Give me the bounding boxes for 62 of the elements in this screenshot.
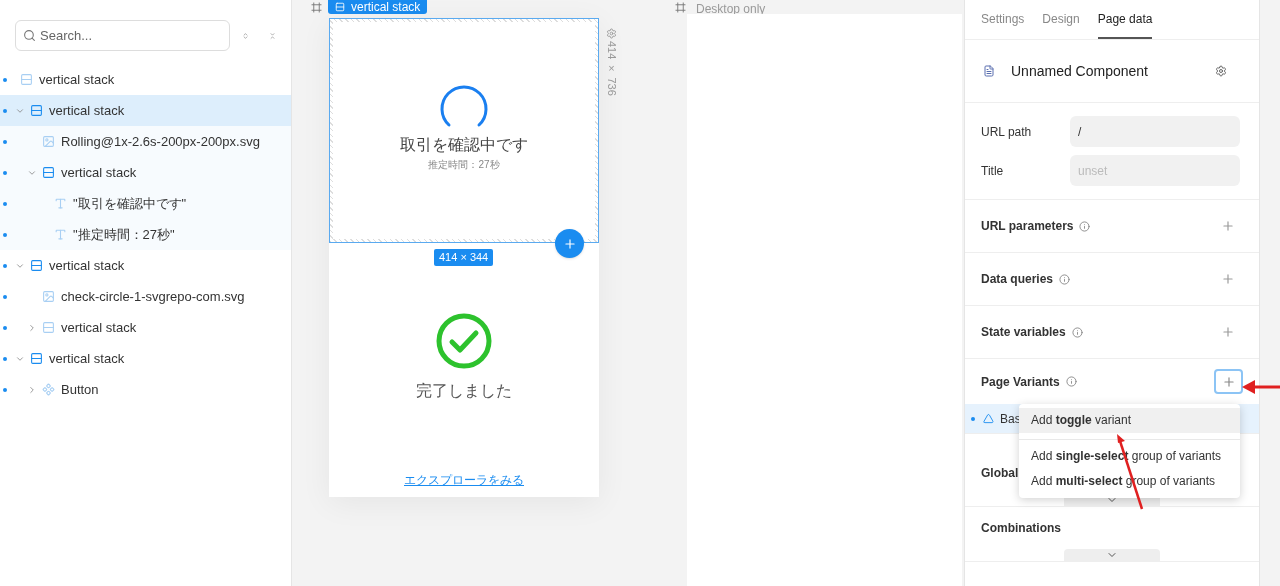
add-icon[interactable] xyxy=(1221,325,1235,339)
tree-item[interactable]: "推定時間：27秒" xyxy=(0,219,291,250)
text-icon xyxy=(54,228,67,241)
menu-item[interactable]: Add toggle variant xyxy=(1019,408,1240,433)
stack-icon xyxy=(20,73,33,86)
add-icon[interactable] xyxy=(1221,272,1235,286)
search-icon xyxy=(23,29,36,42)
triangle-icon xyxy=(983,413,994,424)
frame-icon[interactable] xyxy=(675,2,686,13)
image-icon xyxy=(42,290,55,303)
section-title: URL parameters xyxy=(981,218,1074,235)
plus-icon xyxy=(1221,374,1236,389)
info-icon[interactable] xyxy=(1079,220,1091,232)
selection-outline[interactable]: 取引を確認中です 推定時間：27秒 xyxy=(329,18,599,243)
section-title: Page Variants xyxy=(981,373,1060,391)
tree-item[interactable]: vertical stack xyxy=(0,157,291,188)
stack-icon xyxy=(42,166,55,179)
settings-icon[interactable] xyxy=(1215,65,1227,77)
tree-item[interactable]: vertical stack xyxy=(0,95,291,126)
field-label: URL path xyxy=(981,123,1033,141)
inspector-tab[interactable]: Page data xyxy=(1097,0,1153,39)
loading-spinner-icon xyxy=(440,84,488,128)
info-icon[interactable] xyxy=(1071,326,1083,338)
loading-subtitle: 推定時間：27秒 xyxy=(428,158,500,172)
info-icon[interactable] xyxy=(1065,376,1077,387)
plus-icon xyxy=(562,236,577,251)
stack-icon xyxy=(30,352,43,365)
text-icon xyxy=(54,197,67,210)
component-icon xyxy=(42,383,55,396)
add-icon[interactable] xyxy=(1221,219,1235,233)
inspector-tab[interactable]: Settings xyxy=(981,0,1025,39)
page-icon xyxy=(983,65,995,77)
annotation-arrow xyxy=(1241,379,1280,395)
input-field[interactable]: / xyxy=(1070,116,1240,147)
stack-icon xyxy=(30,259,43,272)
section-title: Combinations xyxy=(981,520,1061,537)
stack-icon xyxy=(30,104,43,117)
explorer-link[interactable]: エクスプローラをみる xyxy=(404,471,524,489)
component-name: Unnamed Component xyxy=(1011,61,1149,81)
section-title: Data queries xyxy=(981,271,1054,288)
info-icon[interactable] xyxy=(1059,273,1071,285)
frame-size: 414 × 736 xyxy=(604,41,619,96)
frame-icon[interactable] xyxy=(311,2,322,13)
inspector-tab[interactable]: Design xyxy=(1042,0,1080,39)
add-variant-button[interactable] xyxy=(1214,369,1243,394)
frame-label[interactable]: vertical stack xyxy=(328,0,428,14)
tree-item[interactable]: Rolling@1x-2.6s-200px-200px.svg xyxy=(0,126,291,157)
search-field[interactable]: Search... xyxy=(15,20,230,51)
section-title: State variables xyxy=(981,324,1066,341)
selection-size-badge: 414 × 344 xyxy=(434,249,494,266)
check-circle-icon xyxy=(436,313,492,369)
tree-item[interactable]: "取引を確認中です" xyxy=(0,188,291,219)
chevron-right-icon[interactable] xyxy=(27,384,37,395)
section-title: Global xyxy=(981,465,1019,482)
done-title: 完了しました xyxy=(416,381,512,401)
loading-title: 取引を確認中です xyxy=(400,135,528,155)
stack-icon xyxy=(335,2,345,12)
settings-icon[interactable] xyxy=(605,28,617,39)
field-label: Title xyxy=(981,162,1005,180)
image-icon xyxy=(42,135,55,148)
stack-icon xyxy=(42,321,55,334)
chevron-right-icon[interactable] xyxy=(27,322,37,333)
